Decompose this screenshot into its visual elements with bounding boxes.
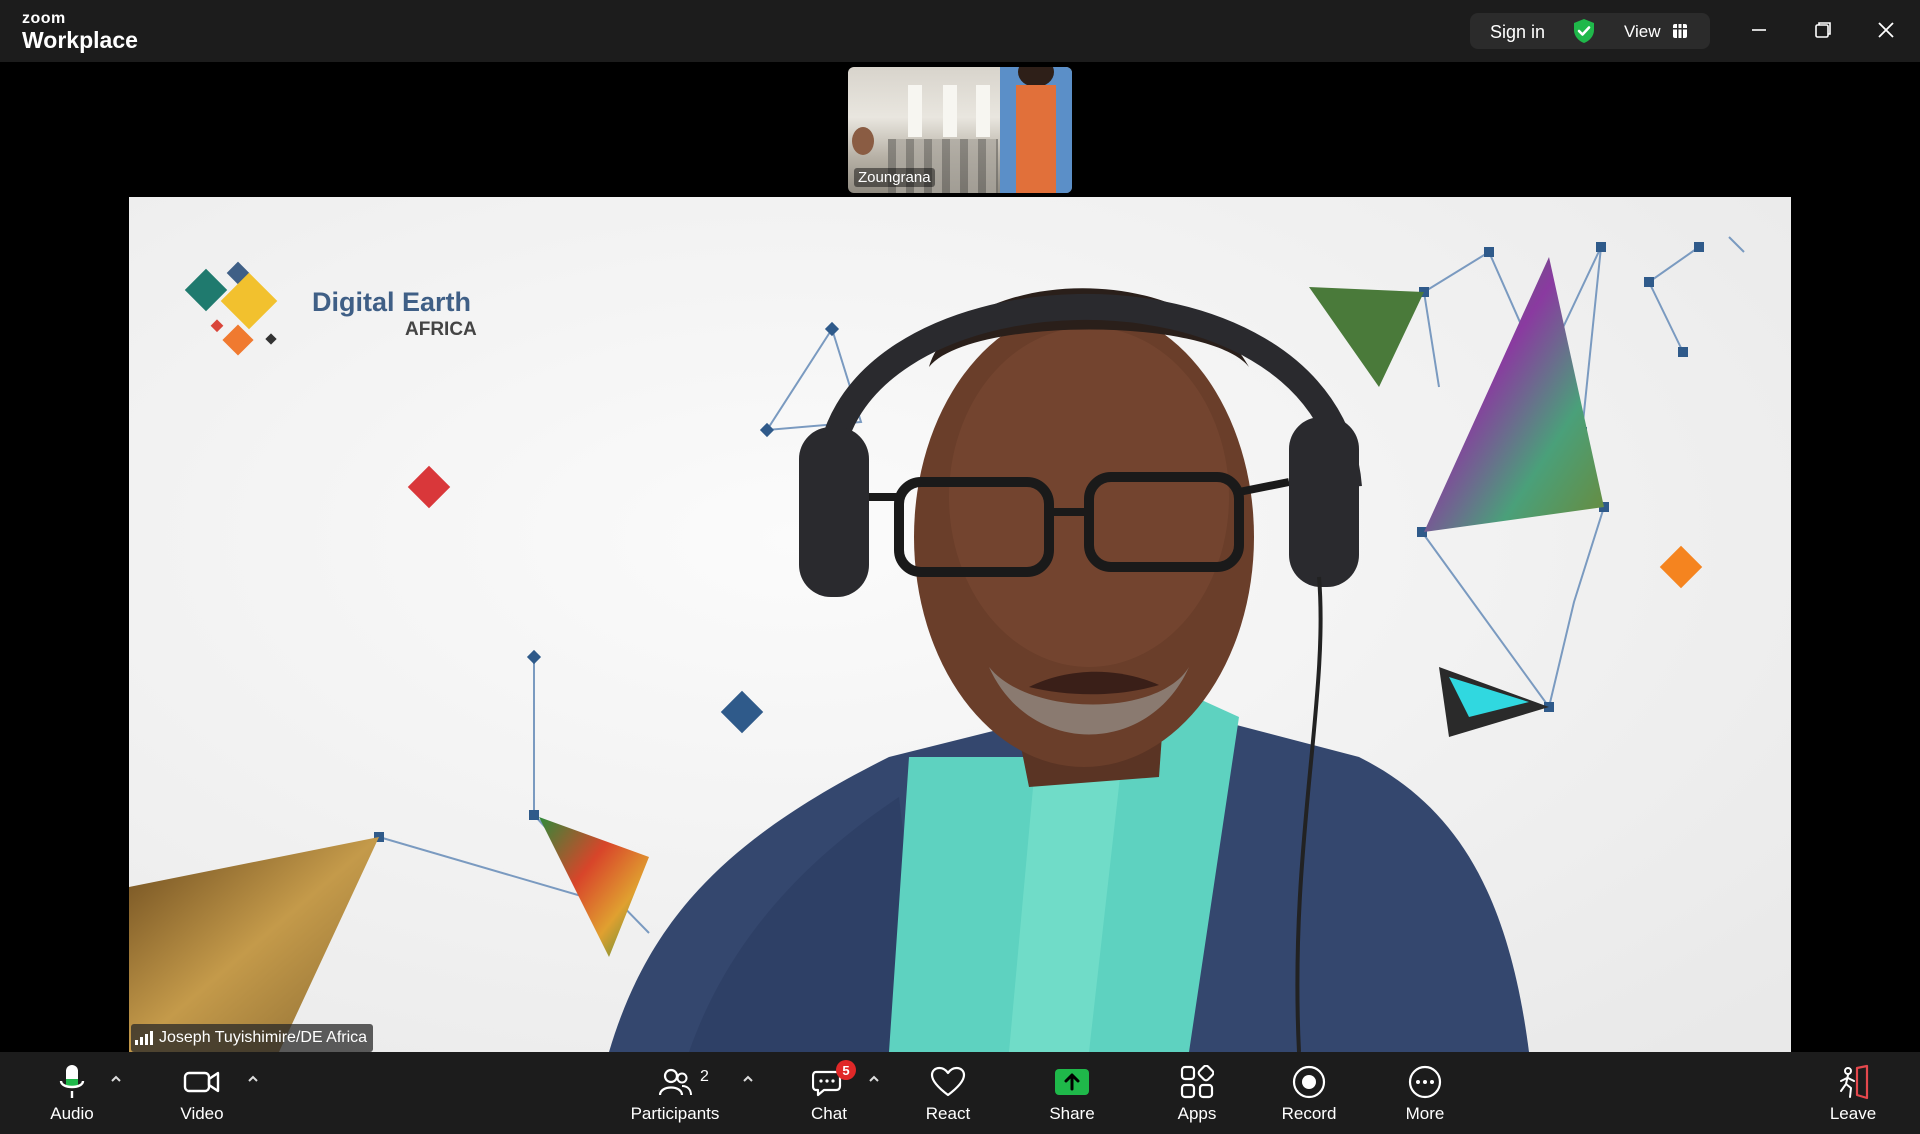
thumb-face bbox=[852, 127, 874, 155]
video-background bbox=[129, 197, 1791, 1052]
thumb-window bbox=[908, 85, 922, 137]
record-button[interactable]: Record bbox=[1279, 1052, 1339, 1134]
signal-strength-icon bbox=[135, 1031, 153, 1045]
react-label: React bbox=[925, 1104, 971, 1123]
participants-count: 2 bbox=[700, 1068, 709, 1085]
share-label: Share bbox=[1049, 1104, 1095, 1123]
microphone-icon bbox=[56, 1062, 88, 1102]
speaker-name-label: Joseph Tuyishimire/DE Africa bbox=[131, 1024, 374, 1052]
thumbnail-name-label: Zoungrana bbox=[854, 168, 935, 187]
restore-icon[interactable] bbox=[1809, 16, 1837, 44]
record-icon bbox=[1292, 1062, 1326, 1102]
title-bar: zoom Workplace Sign in View bbox=[0, 0, 1920, 62]
speaker-name-text: Joseph Tuyishimire/DE Africa bbox=[159, 1029, 368, 1046]
grid-view-icon[interactable] bbox=[1672, 23, 1688, 39]
brand-big: Workplace bbox=[22, 27, 138, 53]
chat-label: Chat bbox=[811, 1104, 847, 1123]
react-button[interactable]: React bbox=[918, 1052, 978, 1134]
sign-in-button[interactable]: Sign in bbox=[1490, 22, 1545, 43]
share-screen-icon bbox=[1054, 1062, 1090, 1102]
chat-icon: 5 bbox=[812, 1060, 856, 1102]
participants-icon: 2 bbox=[658, 1062, 709, 1102]
leave-label: Leave bbox=[1829, 1104, 1877, 1123]
close-icon[interactable] bbox=[1872, 16, 1900, 44]
heart-icon bbox=[930, 1062, 966, 1102]
zoom-logo: zoom Workplace bbox=[22, 11, 138, 52]
video-button[interactable]: Video bbox=[172, 1052, 232, 1134]
participants-options-chevron-up-icon[interactable] bbox=[741, 1072, 755, 1086]
minimize-icon[interactable] bbox=[1745, 16, 1773, 44]
share-button[interactable]: Share bbox=[1042, 1052, 1102, 1134]
apps-button[interactable]: Apps bbox=[1167, 1052, 1227, 1134]
chat-unread-badge: 5 bbox=[836, 1060, 856, 1080]
apps-icon bbox=[1180, 1062, 1214, 1102]
video-options-chevron-up-icon[interactable] bbox=[246, 1072, 260, 1086]
title-pill: Sign in View bbox=[1470, 13, 1710, 49]
thumb-window bbox=[943, 85, 957, 137]
record-label: Record bbox=[1281, 1104, 1337, 1123]
chat-options-chevron-up-icon[interactable] bbox=[867, 1072, 881, 1086]
apps-label: Apps bbox=[1177, 1104, 1217, 1123]
more-label: More bbox=[1405, 1104, 1445, 1123]
thumb-window bbox=[976, 85, 990, 137]
logo-title: Digital Earth bbox=[312, 287, 472, 317]
leave-door-icon bbox=[1835, 1062, 1871, 1102]
meeting-toolbar: Audio Video 2 Participants 5 Chat React … bbox=[0, 1052, 1920, 1134]
leave-button[interactable]: Leave bbox=[1823, 1052, 1883, 1134]
brand-small: zoom bbox=[22, 10, 66, 27]
audio-button[interactable]: Audio bbox=[42, 1052, 102, 1134]
more-button[interactable]: More bbox=[1395, 1052, 1455, 1134]
video-label: Video bbox=[180, 1104, 224, 1123]
chat-button[interactable]: 5 Chat bbox=[799, 1052, 859, 1134]
participants-button[interactable]: 2 Participants bbox=[625, 1052, 725, 1134]
participants-label: Participants bbox=[630, 1104, 720, 1123]
main-video-tile[interactable]: Digital Earth AFRICA Joseph Tuyishimire/… bbox=[129, 197, 1791, 1052]
thumb-person bbox=[1000, 67, 1072, 193]
audio-label: Audio bbox=[50, 1104, 94, 1123]
security-shield-icon[interactable] bbox=[1571, 18, 1597, 44]
audio-options-chevron-up-icon[interactable] bbox=[109, 1072, 123, 1086]
more-icon bbox=[1408, 1062, 1442, 1102]
logo-subtitle: AFRICA bbox=[405, 319, 477, 340]
participant-thumbnail[interactable]: Zoungrana bbox=[848, 67, 1072, 193]
video-camera-icon bbox=[183, 1062, 221, 1102]
view-button[interactable]: View bbox=[1624, 22, 1661, 42]
